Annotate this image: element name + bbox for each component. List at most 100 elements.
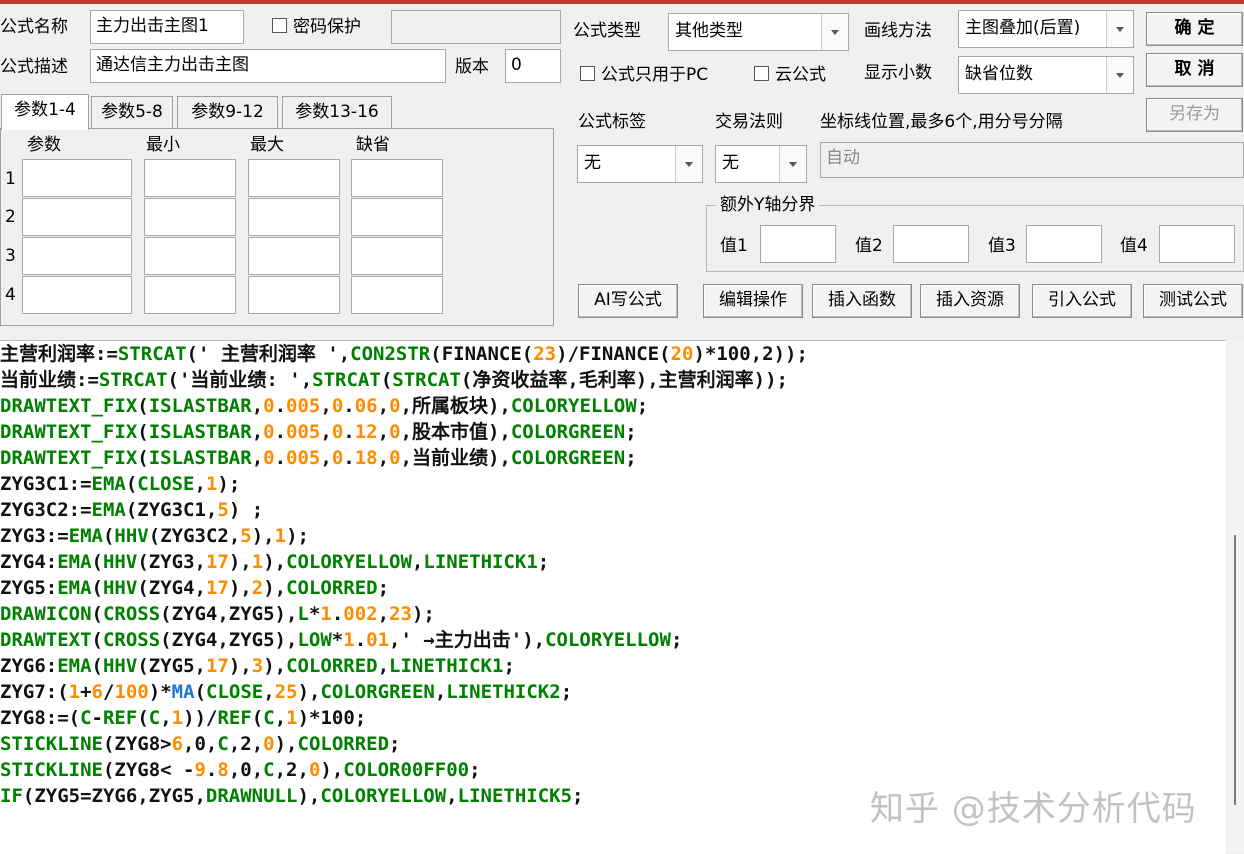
code-token: DRAWTEXT_FIX bbox=[0, 447, 138, 469]
code-token: CROSS bbox=[102, 629, 161, 651]
code-token: (ZYG5=ZYG6,ZYG5, bbox=[22, 785, 206, 807]
pc-only-checkbox[interactable]: 公式只用于PC bbox=[580, 64, 708, 86]
y-value-2-input[interactable] bbox=[893, 225, 969, 263]
param-3-min-input[interactable] bbox=[144, 237, 236, 275]
code-token: ISLASTBAR bbox=[148, 447, 252, 469]
code-token: STRCAT bbox=[117, 343, 187, 365]
formula-code-editor[interactable]: 主营利润率:=STRCAT(' 主营利润率 ',CON2STR(FINANCE(… bbox=[0, 340, 1226, 854]
y-value-1-input[interactable] bbox=[760, 225, 836, 263]
param-4-max-input[interactable] bbox=[248, 276, 340, 314]
code-line: ZYG5:EMA(HHV(ZYG4,17),2),COLORRED; bbox=[0, 575, 808, 601]
cancel-button[interactable]: 取 消 bbox=[1146, 53, 1243, 87]
code-token: (ZYG5, bbox=[137, 655, 206, 677]
code-token: REF bbox=[102, 707, 138, 729]
trade-rule-label: 交易法则 bbox=[715, 112, 783, 132]
code-token: , bbox=[411, 551, 424, 573]
code-token: ; bbox=[560, 681, 573, 703]
tab-params-5-8[interactable]: 参数5-8 bbox=[91, 96, 173, 128]
formula-tag-value: 无 bbox=[584, 153, 601, 173]
password-protect-checkbox[interactable]: 密码保护 bbox=[272, 16, 361, 38]
decimals-label: 显示小数 bbox=[864, 63, 932, 83]
code-token: ; bbox=[503, 655, 515, 677]
code-token: ); bbox=[286, 525, 309, 547]
editor-vertical-scrollbar[interactable] bbox=[1226, 340, 1244, 853]
tab-params-9-12[interactable]: 参数9-12 bbox=[177, 96, 278, 128]
code-token: 12 bbox=[354, 421, 378, 443]
code-token: . bbox=[343, 395, 355, 417]
param-header-min: 最小 bbox=[146, 135, 180, 155]
param-2-default-input[interactable] bbox=[351, 198, 443, 236]
param-1-max-input[interactable] bbox=[248, 159, 340, 197]
code-token: ZYG5: bbox=[0, 577, 58, 599]
formula-tag-select[interactable]: 无 bbox=[577, 145, 703, 183]
param-4-name-input[interactable] bbox=[22, 276, 132, 314]
code-token: , bbox=[377, 655, 390, 677]
code-token: 3 bbox=[251, 655, 264, 677]
decimals-select[interactable]: 缺省位数 bbox=[958, 56, 1134, 94]
param-3-default-input[interactable] bbox=[351, 237, 443, 275]
edit-operation-button[interactable]: 编辑操作 bbox=[703, 284, 803, 318]
test-formula-button[interactable]: 测试公式 bbox=[1143, 284, 1243, 318]
param-1-default-input[interactable] bbox=[351, 159, 443, 197]
y-value-3-input[interactable] bbox=[1026, 225, 1102, 263]
code-token: . bbox=[274, 421, 287, 443]
tab-params-13-16[interactable]: 参数13-16 bbox=[282, 96, 392, 128]
scrollbar-thumb[interactable] bbox=[1234, 535, 1236, 805]
code-line: DRAWTEXT_FIX(ISLASTBAR,0.005,0.12,0,股本市值… bbox=[0, 419, 808, 445]
code-token: , bbox=[274, 707, 287, 729]
formula-name-input[interactable]: 主力出击主图1 bbox=[90, 10, 244, 44]
param-1-name-input[interactable] bbox=[22, 159, 132, 197]
y-value-1-label: 值1 bbox=[720, 236, 748, 256]
param-2-name-input[interactable] bbox=[22, 198, 132, 236]
code-token: 002 bbox=[343, 603, 378, 625]
code-token: 23 bbox=[533, 343, 557, 365]
code-token: LINETHICK1 bbox=[389, 655, 504, 677]
param-1-min-input[interactable] bbox=[144, 159, 236, 197]
param-2-min-input[interactable] bbox=[144, 198, 236, 236]
ok-button[interactable]: 确 定 bbox=[1146, 12, 1243, 46]
param-3-name-input[interactable] bbox=[22, 237, 132, 275]
version-input[interactable]: 0 bbox=[505, 49, 561, 83]
code-token: 9 bbox=[194, 759, 206, 781]
code-token: ,' →主力出击'), bbox=[389, 629, 546, 651]
param-2-max-input[interactable] bbox=[248, 198, 340, 236]
code-token: STRCAT bbox=[98, 369, 168, 391]
insert-resource-button[interactable]: 插入资源 bbox=[920, 284, 1020, 318]
code-token: ), bbox=[297, 681, 321, 703]
trade-rule-select[interactable]: 无 bbox=[715, 145, 807, 183]
decimals-value: 缺省位数 bbox=[965, 64, 1033, 84]
code-token: ), bbox=[228, 577, 252, 599]
param-3-max-input[interactable] bbox=[248, 237, 340, 275]
code-token: 06 bbox=[354, 395, 378, 417]
param-4-default-input[interactable] bbox=[351, 276, 443, 314]
import-formula-button[interactable]: 引入公式 bbox=[1032, 284, 1132, 318]
code-token: . bbox=[343, 447, 355, 469]
code-token: / bbox=[103, 681, 115, 703]
code-token: 6 bbox=[171, 733, 184, 755]
code-token: C bbox=[80, 707, 92, 729]
code-token: CROSS bbox=[102, 603, 161, 625]
formula-desc-input[interactable]: 通达信主力出击主图 bbox=[90, 49, 446, 83]
code-token: 1 bbox=[205, 473, 218, 495]
ai-write-formula-button[interactable]: AI写公式 bbox=[578, 284, 678, 318]
code-token: ( bbox=[659, 343, 671, 365]
code-token: )* bbox=[148, 681, 172, 703]
cloud-formula-checkbox[interactable]: 云公式 bbox=[754, 64, 826, 86]
formula-type-select[interactable]: 其他类型 bbox=[668, 13, 849, 51]
code-line: 主营利润率:=STRCAT(' 主营利润率 ',CON2STR(FINANCE(… bbox=[0, 341, 808, 367]
y-value-4-input[interactable] bbox=[1159, 225, 1235, 263]
formula-type-label: 公式类型 bbox=[573, 21, 641, 41]
code-token: ZYG7:( bbox=[0, 681, 69, 703]
code-token: , bbox=[320, 395, 332, 417]
y-value-2-label: 值2 bbox=[855, 236, 883, 256]
param-4-min-input[interactable] bbox=[144, 276, 236, 314]
code-token: 0 bbox=[389, 447, 401, 469]
code-token: * bbox=[308, 603, 321, 625]
code-token: LINETHICK2 bbox=[446, 681, 561, 703]
tab-params-1-4[interactable]: 参数1-4 bbox=[1, 94, 89, 130]
code-token: IF bbox=[0, 785, 23, 807]
draw-method-select[interactable]: 主图叠加(后置) bbox=[958, 10, 1134, 48]
code-token: HHV bbox=[102, 577, 138, 599]
insert-function-button[interactable]: 插入函数 bbox=[812, 284, 912, 318]
code-token: ; bbox=[469, 759, 481, 781]
